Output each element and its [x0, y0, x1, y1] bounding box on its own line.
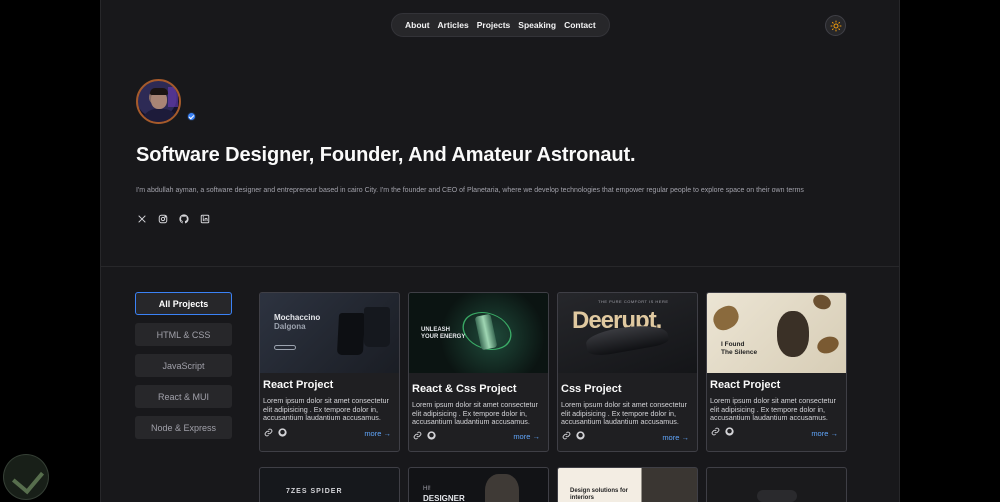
- project-links: [264, 428, 287, 437]
- thumb-text: 7ZES SPIDER: [286, 488, 343, 495]
- nav-speaking[interactable]: Speaking: [518, 20, 556, 30]
- thumb-text: Mochaccino: [274, 313, 321, 322]
- sun-icon: [830, 20, 841, 31]
- nav-contact[interactable]: Contact: [564, 20, 596, 30]
- filter-all-projects[interactable]: All Projects: [135, 292, 232, 315]
- page-frame: About Articles Projects Speaking Contact…: [100, 0, 900, 502]
- link-icon[interactable]: [413, 431, 422, 440]
- project-card[interactable]: HI! DESIGNER: [408, 467, 549, 502]
- project-card[interactable]: THE PURE COMFORT IS HERE Deerupt. Css Pr…: [557, 292, 698, 452]
- project-card[interactable]: UNLEASH YOUR ENERGY React & Css Project …: [408, 292, 549, 452]
- link-icon[interactable]: [264, 428, 273, 437]
- more-link[interactable]: more →: [662, 433, 689, 442]
- thumb-text: THE PURE COMFORT IS HERE: [598, 299, 669, 304]
- thumb-text: The Silence: [721, 349, 758, 356]
- filter-node-express[interactable]: Node & Express: [135, 416, 232, 439]
- project-title: Css Project: [561, 383, 622, 395]
- thumb-text: I Found: [721, 341, 745, 348]
- link-icon[interactable]: [711, 427, 720, 436]
- github-icon[interactable]: [427, 431, 436, 440]
- project-links: [711, 427, 734, 436]
- filter-html-css[interactable]: HTML & CSS: [135, 323, 232, 346]
- more-link[interactable]: more →: [364, 429, 391, 438]
- project-card[interactable]: I Found The Silence React Project Lorem …: [706, 292, 847, 452]
- thumb-text: YOUR ENERGY: [421, 334, 466, 340]
- linkedin-icon[interactable]: [199, 213, 210, 224]
- project-card[interactable]: Mochaccino Dalgona React Project Lorem i…: [259, 292, 400, 452]
- project-title: React & Css Project: [412, 383, 517, 395]
- project-description: Lorem ipsum dolor sit amet consectetur e…: [263, 396, 389, 422]
- nav-articles[interactable]: Articles: [438, 20, 469, 30]
- instagram-icon[interactable]: [157, 213, 168, 224]
- project-filters: All Projects HTML & CSS JavaScript React…: [135, 292, 232, 439]
- more-link[interactable]: more →: [513, 432, 540, 441]
- x-icon[interactable]: [136, 213, 147, 224]
- top-nav: About Articles Projects Speaking Contact: [391, 13, 610, 37]
- thumb-text: Dalgona: [274, 322, 306, 331]
- project-card[interactable]: [706, 467, 847, 502]
- nav-projects[interactable]: Projects: [477, 20, 511, 30]
- page-title: Software Designer, Founder, And Amateur …: [136, 144, 636, 166]
- nav-about[interactable]: About: [405, 20, 430, 30]
- project-description: Lorem ipsum dolor sit amet consectetur e…: [412, 400, 538, 426]
- social-links: [136, 213, 210, 224]
- theme-toggle-button[interactable]: [825, 15, 846, 36]
- section-divider: [101, 266, 899, 267]
- project-title: React Project: [263, 379, 334, 391]
- more-label: more: [662, 433, 680, 442]
- filter-javascript[interactable]: JavaScript: [135, 354, 232, 377]
- github-icon[interactable]: [178, 213, 189, 224]
- thumb-text: UNLEASH: [421, 327, 451, 333]
- project-card[interactable]: Design solutions for interiors: [557, 467, 698, 502]
- project-links: [562, 431, 585, 440]
- project-thumbnail: THE PURE COMFORT IS HERE Deerupt.: [558, 293, 697, 373]
- github-icon[interactable]: [576, 431, 585, 440]
- project-title: React Project: [710, 379, 781, 391]
- project-thumbnail: I Found The Silence: [707, 293, 846, 373]
- thumb-text: Design solutions for interiors: [570, 488, 629, 501]
- link-icon[interactable]: [562, 431, 571, 440]
- project-description: Lorem ipsum dolor sit amet consectetur e…: [561, 400, 687, 426]
- more-label: more: [513, 432, 531, 441]
- thumb-text: HI!: [423, 486, 431, 492]
- more-link[interactable]: more →: [811, 429, 838, 438]
- github-icon[interactable]: [725, 427, 734, 436]
- bio-text: I'm abdullah ayman, a software designer …: [136, 187, 804, 194]
- project-card[interactable]: 7ZES SPIDER: [259, 467, 400, 502]
- avatar: [136, 79, 181, 124]
- more-label: more: [811, 429, 829, 438]
- thumb-text: DESIGNER: [423, 494, 465, 502]
- filter-react-mui[interactable]: React & MUI: [135, 385, 232, 408]
- verified-badge-icon: [187, 112, 196, 121]
- project-thumbnail: Mochaccino Dalgona: [260, 293, 399, 373]
- project-thumbnail: UNLEASH YOUR ENERGY: [409, 293, 548, 373]
- project-description: Lorem ipsum dolor sit amet consectetur e…: [710, 396, 836, 422]
- more-label: more: [364, 429, 382, 438]
- watermark-logo: [3, 454, 49, 500]
- github-icon[interactable]: [278, 428, 287, 437]
- project-links: [413, 431, 436, 440]
